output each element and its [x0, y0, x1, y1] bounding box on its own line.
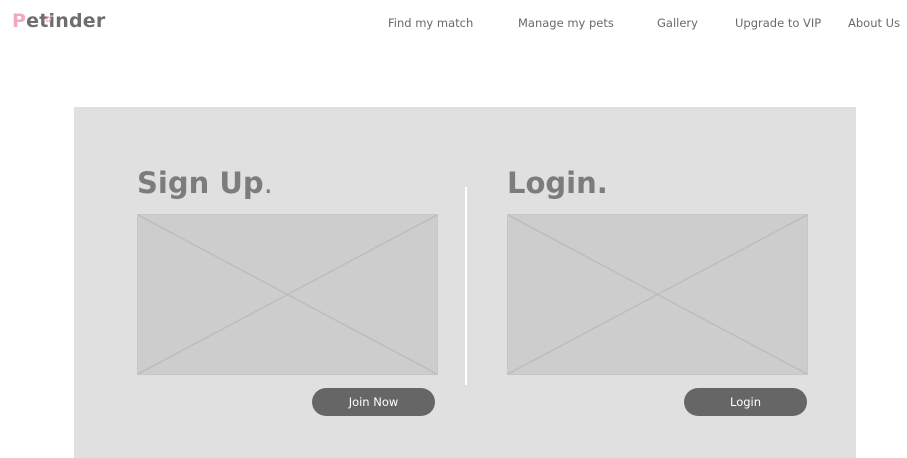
signup-title: Sign Up. — [137, 165, 273, 201]
signup-title-suffix: . — [263, 166, 273, 200]
auth-panel: Sign Up. Join Now Login. Login — [74, 107, 856, 458]
signup-image-placeholder — [137, 214, 438, 375]
signup-title-text: Sign Up — [137, 166, 264, 200]
login-title: Login. — [507, 166, 608, 200]
login-button[interactable]: Login — [684, 388, 807, 416]
nav-item-manage-my-pets[interactable]: Manage my pets — [518, 15, 614, 31]
section-divider — [465, 187, 467, 385]
login-image-placeholder — [507, 214, 808, 375]
join-now-button[interactable]: Join Now — [312, 388, 435, 416]
top-nav: Find my match Manage my pets Gallery Upg… — [0, 15, 907, 33]
placeholder-cross-icon — [508, 215, 807, 374]
nav-item-about-us[interactable]: About Us — [848, 15, 900, 31]
page: Petinder ✿ Find my match Manage my pets … — [0, 0, 907, 458]
placeholder-cross-icon — [138, 215, 437, 374]
nav-item-find-my-match[interactable]: Find my match — [388, 15, 473, 31]
nav-item-gallery[interactable]: Gallery — [657, 15, 698, 31]
nav-item-upgrade-to-vip[interactable]: Upgrade to VIP — [735, 15, 821, 31]
